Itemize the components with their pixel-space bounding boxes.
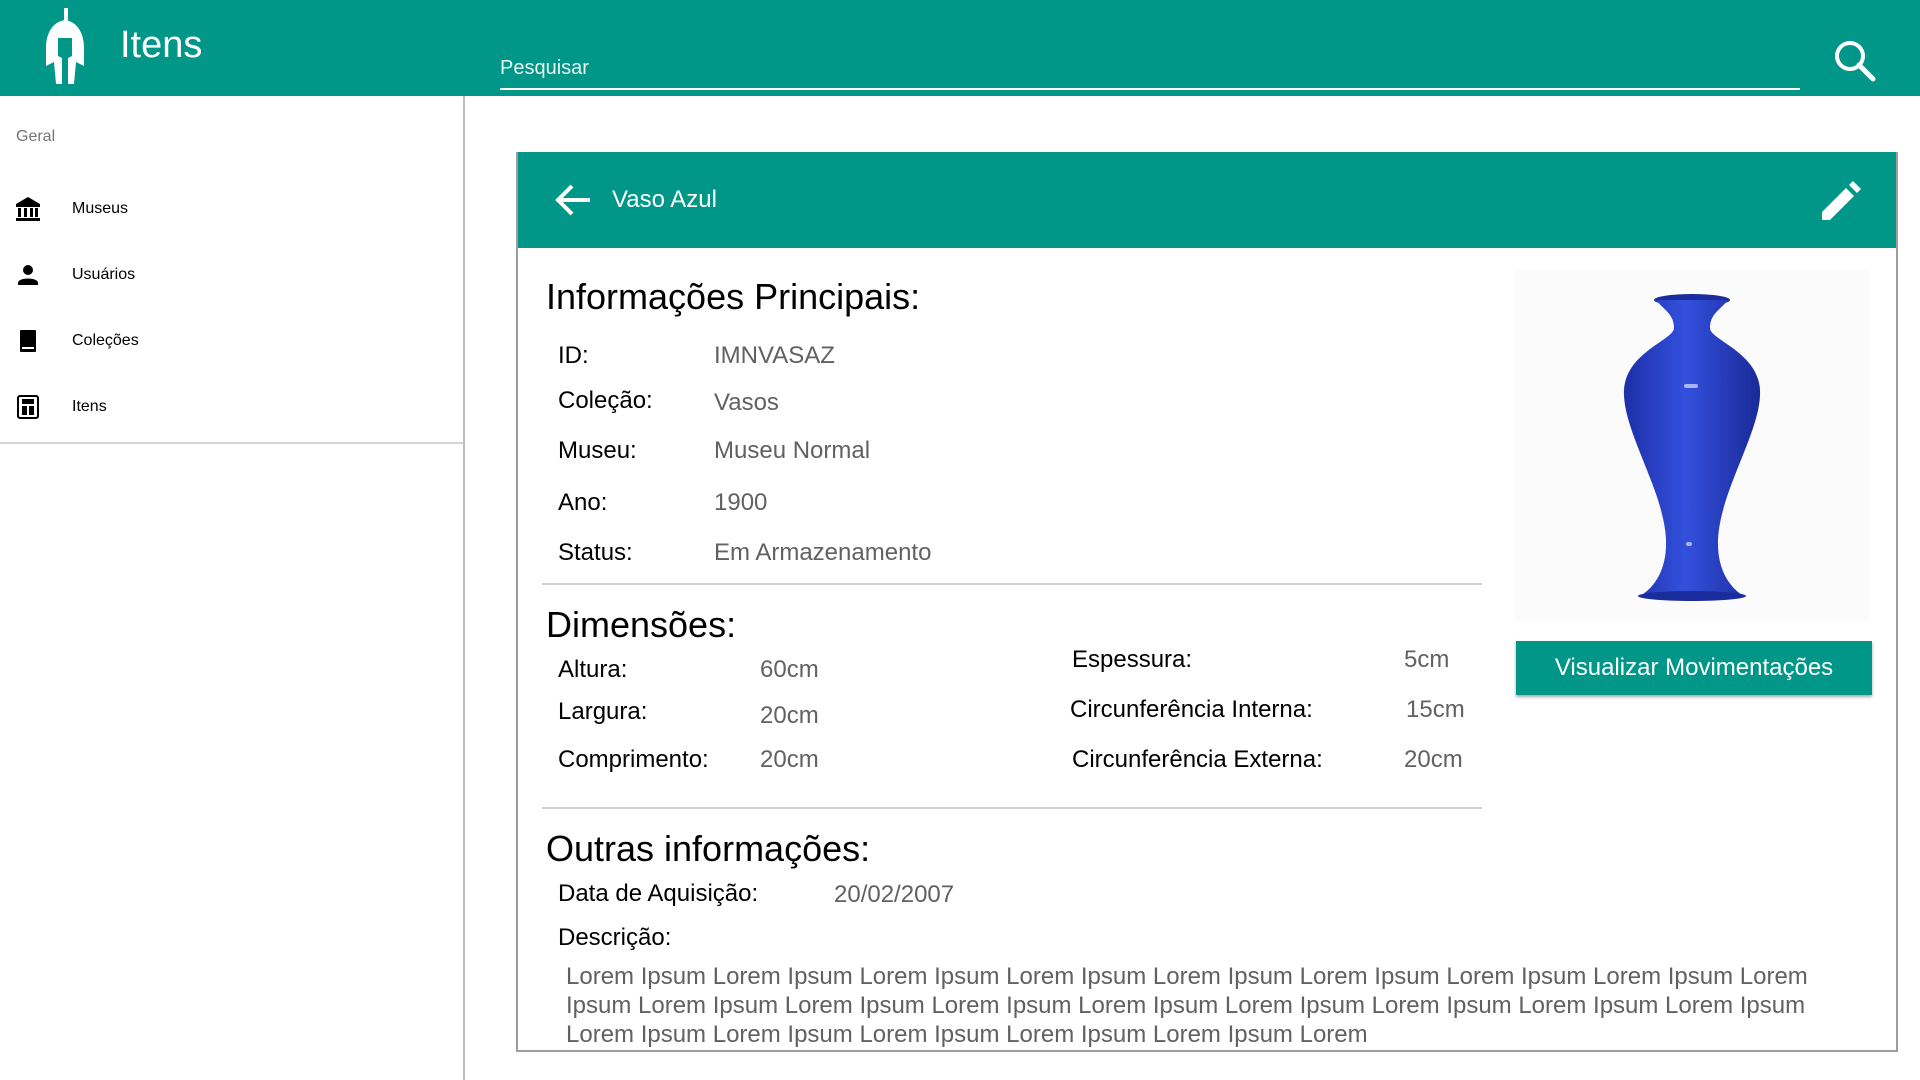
main-info-heading: Informações Principais: <box>546 276 921 317</box>
collection-value: Vasos <box>714 389 779 416</box>
thickness-value: 5cm <box>1404 646 1450 673</box>
person-icon <box>14 261 42 289</box>
id-value: IMNVASAZ <box>714 342 835 369</box>
sidebar-item-colecoes[interactable]: Coleções <box>0 308 463 374</box>
sidebar-item-museus[interactable]: Museus <box>0 176 463 242</box>
book-icon <box>14 327 42 355</box>
other-info-heading: Outras informações: <box>546 828 871 869</box>
item-image <box>1514 270 1870 622</box>
height-label: Altura: <box>558 656 628 683</box>
sidebar-nav: Museus Usuários Coleções Itens <box>0 176 463 440</box>
width-label: Largura: <box>558 698 648 725</box>
length-value: 20cm <box>760 746 819 773</box>
acquisition-date-label: Data de Aquisição: <box>558 880 759 907</box>
section-divider <box>542 583 1482 585</box>
sidebar-item-label: Itens <box>72 398 107 415</box>
sidebar-item-label: Museus <box>72 200 129 217</box>
outer-circumference-label: Circunferência Externa: <box>1072 746 1323 773</box>
arrow-back-icon <box>555 184 590 216</box>
vase-image <box>1623 294 1761 601</box>
page-title: Itens <box>120 24 203 66</box>
sidebar-item-itens[interactable]: Itens <box>0 374 463 440</box>
sidebar: Geral Museus Usuários Coleções Itens <box>0 96 465 1080</box>
back-button[interactable] <box>552 178 596 222</box>
inner-circumference-label: Circunferência Interna: <box>1070 696 1313 723</box>
inner-circumference-value: 15cm <box>1406 696 1465 723</box>
card-header: Vaso Azul <box>518 152 1896 248</box>
sidebar-divider <box>0 442 463 444</box>
description-label: Descrição: <box>558 924 672 951</box>
id-label: ID: <box>558 342 589 369</box>
item-title: Vaso Azul <box>612 186 717 213</box>
status-label: Status: <box>558 539 633 566</box>
edit-button[interactable] <box>1818 178 1864 224</box>
item-detail-card: Vaso Azul Informações Principais: ID: IM… <box>516 152 1898 1052</box>
item-icon <box>14 393 42 421</box>
sidebar-item-label: Usuários <box>72 266 136 283</box>
sidebar-section-label: Geral <box>16 128 56 145</box>
outer-circumference-value: 20cm <box>1404 746 1463 773</box>
height-value: 60cm <box>760 656 819 683</box>
dimensions-heading: Dimensões: <box>546 604 737 645</box>
museum-value: Museu Normal <box>714 437 871 464</box>
collection-label: Coleção: <box>558 387 653 414</box>
width-value: 20cm <box>760 702 819 729</box>
search-icon <box>1835 41 1876 82</box>
section-divider <box>542 807 1482 809</box>
spartan-helmet-icon <box>46 8 84 84</box>
app-bar: Itens <box>0 0 1920 96</box>
length-label: Comprimento: <box>558 746 709 773</box>
search-button[interactable] <box>1830 36 1878 84</box>
search-input[interactable] <box>500 50 1800 86</box>
thickness-label: Espessura: <box>1072 646 1193 673</box>
year-label: Ano: <box>558 489 608 516</box>
sidebar-item-usuarios[interactable]: Usuários <box>0 242 463 308</box>
status-value: Em Armazenamento <box>714 539 932 566</box>
museum-icon <box>14 195 42 223</box>
search-bar <box>500 48 1800 90</box>
sidebar-item-label: Coleções <box>72 332 139 349</box>
acquisition-date-value: 20/02/2007 <box>834 881 955 908</box>
description-text: Lorem Ipsum Lorem Ipsum Lorem Ipsum Lore… <box>566 963 1808 1048</box>
year-value: 1900 <box>714 489 768 516</box>
museum-label: Museu: <box>558 437 637 464</box>
pencil-icon <box>1822 181 1861 220</box>
view-movements-button[interactable]: Visualizar Movimentações <box>1516 641 1872 695</box>
